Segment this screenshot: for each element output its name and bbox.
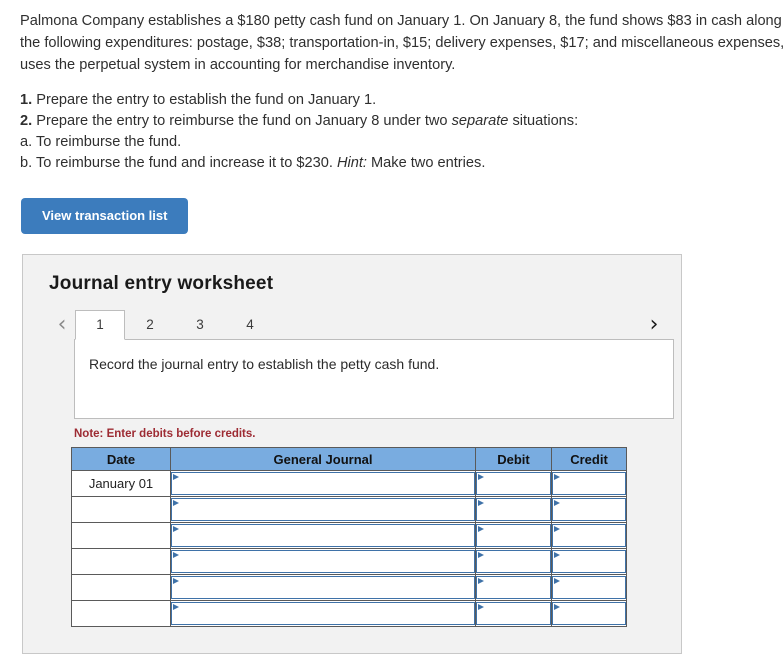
credit-input[interactable] bbox=[552, 576, 626, 599]
credit-input[interactable] bbox=[552, 498, 626, 521]
worksheet-tab-4[interactable]: 4 bbox=[225, 310, 275, 339]
date-cell[interactable]: January 01 bbox=[71, 470, 171, 497]
general-journal-input[interactable] bbox=[171, 524, 475, 547]
requirements-list: 1. Prepare the entry to establish the fu… bbox=[0, 76, 784, 174]
debit-cell[interactable] bbox=[475, 496, 552, 523]
requirement-2-emphasis: separate bbox=[451, 113, 509, 129]
next-tab-chevron-icon[interactable]: › bbox=[641, 311, 667, 339]
debit-cell[interactable] bbox=[475, 522, 552, 549]
worksheet-tab-bar: ‹ 1 2 3 4 › bbox=[23, 295, 681, 340]
debit-input[interactable] bbox=[476, 576, 551, 599]
debit-cell[interactable] bbox=[475, 574, 552, 601]
button-row: View transaction list bbox=[0, 174, 784, 234]
general-journal-input[interactable] bbox=[171, 498, 475, 521]
credit-cell[interactable] bbox=[551, 496, 627, 523]
table-row bbox=[71, 600, 627, 627]
problem-line-1: Palmona Company establishes a $180 petty… bbox=[20, 13, 784, 29]
credit-cell[interactable] bbox=[551, 522, 627, 549]
credit-input[interactable] bbox=[552, 472, 626, 495]
journal-entry-worksheet-panel: Journal entry worksheet ‹ 1 2 3 4 › Reco… bbox=[22, 254, 682, 654]
requirement-1-text: Prepare the entry to establish the fund … bbox=[32, 92, 377, 108]
column-header-general-journal: General Journal bbox=[170, 447, 476, 471]
view-transaction-list-button[interactable]: View transaction list bbox=[21, 198, 189, 234]
table-row bbox=[71, 574, 627, 601]
general-journal-input[interactable] bbox=[171, 576, 475, 599]
date-cell[interactable] bbox=[71, 522, 171, 549]
requirement-2b-hint-label: Hint: bbox=[336, 155, 367, 171]
general-journal-cell[interactable] bbox=[170, 496, 476, 523]
debit-cell[interactable] bbox=[475, 470, 552, 497]
debit-input[interactable] bbox=[476, 498, 551, 521]
worksheet-title: Journal entry worksheet bbox=[49, 273, 274, 294]
worksheet-tab-3[interactable]: 3 bbox=[175, 310, 225, 339]
debit-cell[interactable] bbox=[475, 548, 552, 575]
requirement-2a: a. To reimburse the fund. bbox=[20, 134, 182, 150]
requirement-2b-text-pre: b. To reimburse the fund and increase it… bbox=[20, 155, 337, 171]
journal-entry-table: Date General Journal Debit Credit Januar… bbox=[71, 447, 627, 627]
credit-cell[interactable] bbox=[551, 574, 627, 601]
general-journal-cell[interactable] bbox=[170, 574, 476, 601]
problem-line-2: the following expenditures: postage, $38… bbox=[20, 35, 784, 51]
table-header-row: Date General Journal Debit Credit bbox=[71, 447, 627, 471]
requirement-2b: b. To reimburse the fund and increase it… bbox=[20, 153, 784, 174]
general-journal-input[interactable] bbox=[171, 472, 475, 495]
general-journal-cell[interactable] bbox=[170, 470, 476, 497]
general-journal-input[interactable] bbox=[171, 602, 475, 625]
debit-cell[interactable] bbox=[475, 600, 552, 627]
debit-input[interactable] bbox=[476, 550, 551, 573]
credit-input[interactable] bbox=[552, 524, 626, 547]
credit-cell[interactable] bbox=[551, 548, 627, 575]
table-row bbox=[71, 522, 627, 549]
requirement-2b-text-post: Make two entries. bbox=[366, 155, 486, 171]
column-header-debit: Debit bbox=[475, 447, 552, 471]
table-row bbox=[71, 496, 627, 523]
debit-input[interactable] bbox=[476, 524, 551, 547]
credit-input[interactable] bbox=[552, 550, 626, 573]
previous-tab-chevron-icon[interactable]: ‹ bbox=[49, 311, 75, 339]
date-cell[interactable] bbox=[71, 496, 171, 523]
problem-line-3: uses the perpetual system in accounting … bbox=[20, 57, 456, 73]
requirement-2: 2. Prepare the entry to reimburse the fu… bbox=[20, 111, 784, 132]
credit-input[interactable] bbox=[552, 602, 626, 625]
worksheet-instruction-box: Record the journal entry to establish th… bbox=[74, 339, 674, 419]
requirement-1: 1. Prepare the entry to establish the fu… bbox=[20, 90, 784, 111]
requirement-2-text-post: situations: bbox=[508, 113, 579, 129]
requirement-2-number: 2. bbox=[20, 113, 33, 129]
date-cell[interactable] bbox=[71, 574, 171, 601]
credit-cell[interactable] bbox=[551, 600, 627, 627]
column-header-credit: Credit bbox=[551, 447, 627, 471]
debit-input[interactable] bbox=[476, 602, 551, 625]
table-row: January 01 bbox=[71, 470, 627, 497]
date-cell[interactable] bbox=[71, 600, 171, 627]
general-journal-cell[interactable] bbox=[170, 600, 476, 627]
general-journal-input[interactable] bbox=[171, 550, 475, 573]
general-journal-cell[interactable] bbox=[170, 548, 476, 575]
requirement-2-text-pre: Prepare the entry to reimburse the fund … bbox=[32, 113, 452, 129]
table-row bbox=[71, 548, 627, 575]
debit-input[interactable] bbox=[476, 472, 551, 495]
general-journal-cell[interactable] bbox=[170, 522, 476, 549]
column-header-date: Date bbox=[71, 447, 171, 471]
worksheet-tab-2[interactable]: 2 bbox=[125, 310, 175, 339]
worksheet-instruction-text: Record the journal entry to establish th… bbox=[89, 356, 440, 372]
debits-before-credits-note: Note: Enter debits before credits. bbox=[74, 428, 256, 440]
date-cell[interactable] bbox=[71, 548, 171, 575]
worksheet-tab-1[interactable]: 1 bbox=[75, 310, 125, 340]
credit-cell[interactable] bbox=[551, 470, 627, 497]
requirement-1-number: 1. bbox=[20, 92, 33, 108]
problem-statement: Palmona Company establishes a $180 petty… bbox=[0, 0, 784, 76]
